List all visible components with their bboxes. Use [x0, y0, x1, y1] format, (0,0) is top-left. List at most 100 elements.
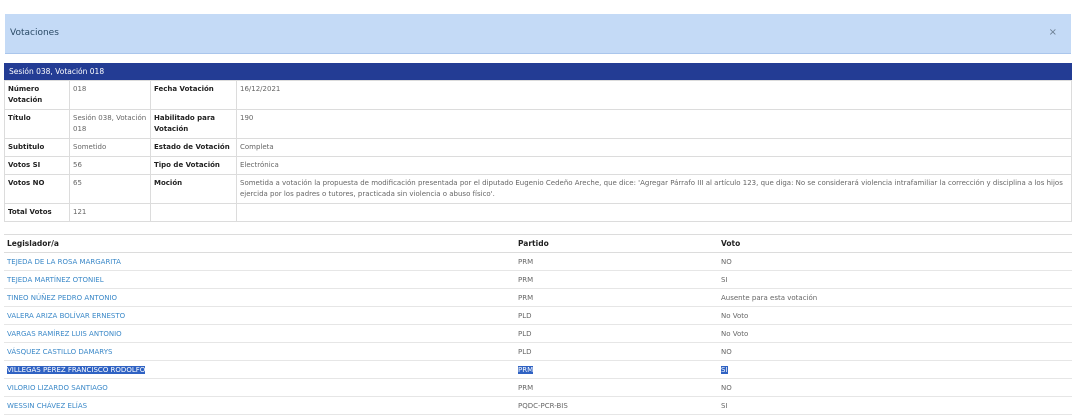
total-value: 121 [69, 203, 151, 222]
vote-cell: NO [718, 378, 1072, 397]
modal-title: Votaciones [10, 28, 59, 38]
titulo-value: Sesión 038, Votación 018 [69, 109, 151, 139]
party-cell: PRM [515, 288, 718, 307]
party-cell: PRM [515, 252, 718, 271]
legislator-cell: VILLEGAS PÉREZ FRANCISCO RODOLFO [4, 360, 515, 379]
mocion-value: Sometida a votación la propuesta de modi… [236, 174, 1072, 204]
party-text: PLD [518, 311, 532, 320]
votes-header-row: Legislador/a Partido Voto [4, 234, 1072, 253]
empty-cell [236, 203, 1072, 222]
vote-cell: SI [718, 270, 1072, 289]
vote-text: No Voto [721, 329, 749, 338]
subtitulo-label: Subtitulo [4, 138, 70, 157]
legislator-cell: VARGAS RAMÍREZ LUIS ANTONIO [4, 324, 515, 343]
votes-table: Legislador/a Partido Voto TEJEDA DE LA R… [4, 234, 1072, 415]
close-icon[interactable]: × [1049, 27, 1057, 38]
votos-si-value: 56 [69, 156, 151, 175]
vote-text: NO [721, 257, 732, 266]
party-cell: PRM [515, 270, 718, 289]
vote-cell: No Voto [718, 324, 1072, 343]
legislator-link[interactable]: TEJEDA MARTÍNEZ OTONIEL [7, 276, 104, 284]
session-header: Sesión 038, Votación 018 [4, 63, 1072, 80]
party-text: PLD [518, 329, 532, 338]
table-row: TINEO NÚÑEZ PEDRO ANTONIO PRM Ausente para… [4, 288, 1072, 307]
legislator-cell: TEJEDA MARTÍNEZ OTONIEL [4, 270, 515, 289]
party-header: Partido [515, 234, 718, 253]
party-text: PRM [518, 293, 534, 302]
tipo-value: Electrónica [236, 156, 1072, 175]
fecha-value: 16/12/2021 [236, 80, 1072, 110]
voting-details-table: Número Votación 018 Fecha Votación 16/12… [4, 80, 1072, 222]
fecha-label: Fecha Votación [150, 80, 237, 110]
vote-cell: NO [718, 342, 1072, 361]
votos-no-value: 65 [69, 174, 151, 204]
legislator-cell: WESSIN CHÁVEZ ELÍAS [4, 396, 515, 415]
vote-text: Ausente para esta votación [721, 293, 818, 302]
legislator-link[interactable]: TINEO NÚÑEZ PEDRO ANTONIO [7, 294, 117, 302]
table-row: TEJEDA DE LA ROSA MARGARITA PRM NO [4, 252, 1072, 271]
legislator-cell: TEJEDA DE LA ROSA MARGARITA [4, 252, 515, 271]
numero-label: Número Votación [4, 80, 70, 110]
modal-header: Votaciones × [5, 14, 1071, 54]
table-row: VILORIO LIZARDO SANTIAGO PRM NO [4, 378, 1072, 397]
party-text: PRM [518, 365, 534, 374]
habilitado-value: 190 [236, 109, 1072, 139]
party-cell: PLD [515, 342, 718, 361]
legislator-cell: VALERA ARIZA BOLÍVAR ERNESTO [4, 306, 515, 325]
vote-text: SI [721, 365, 728, 374]
legislator-link[interactable]: TEJEDA DE LA ROSA MARGARITA [7, 258, 121, 266]
mocion-label: Moción [150, 174, 237, 204]
legislator-link[interactable]: VÁSQUEZ CASTILLO DAMARYS [7, 348, 112, 356]
total-label: Total Votos [4, 203, 70, 222]
party-text: PQDC-PCR-BIS [518, 401, 568, 410]
details-row: Subtitulo Sometido Estado de Votación Co… [4, 138, 1072, 157]
legislator-header: Legislador/a [4, 234, 515, 253]
legislator-link[interactable]: VALERA ARIZA BOLÍVAR ERNESTO [7, 312, 125, 320]
subtitulo-value: Sometido [69, 138, 151, 157]
empty-cell [150, 203, 237, 222]
party-cell: PRM [515, 378, 718, 397]
party-cell: PRM [515, 360, 718, 379]
table-row: VILLEGAS PÉREZ FRANCISCO RODOLFO PRM SI [4, 360, 1072, 379]
vote-text: SI [721, 401, 728, 410]
vote-text: NO [721, 347, 732, 356]
details-row: Votos SI 56 Tipo de Votación Electrónica [4, 156, 1072, 175]
party-cell: PQDC-PCR-BIS [515, 396, 718, 415]
party-text: PRM [518, 275, 534, 284]
vote-cell: No Voto [718, 306, 1072, 325]
table-row: VÁSQUEZ CASTILLO DAMARYS PLD NO [4, 342, 1072, 361]
numero-value: 018 [69, 80, 151, 110]
vote-header: Voto [718, 234, 1072, 253]
habilitado-label: Habilitado para Votación [150, 109, 237, 139]
table-row: TEJEDA MARTÍNEZ OTONIEL PRM SI [4, 270, 1072, 289]
titulo-label: Título [4, 109, 70, 139]
legislator-link[interactable]: VARGAS RAMÍREZ LUIS ANTONIO [7, 330, 122, 338]
legislator-cell: TINEO NÚÑEZ PEDRO ANTONIO [4, 288, 515, 307]
votos-no-label: Votos NO [4, 174, 70, 204]
vote-cell: NO [718, 252, 1072, 271]
details-row: Total Votos 121 [4, 203, 1072, 222]
table-row: VALERA ARIZA BOLÍVAR ERNESTO PLD No Voto [4, 306, 1072, 325]
details-row: Votos NO 65 Moción Sometida a votación l… [4, 174, 1072, 204]
party-text: PRM [518, 383, 534, 392]
party-text: PLD [518, 347, 532, 356]
vote-cell: SI [718, 396, 1072, 415]
estado-label: Estado de Votación [150, 138, 237, 157]
vote-cell: SI [718, 360, 1072, 379]
tipo-label: Tipo de Votación [150, 156, 237, 175]
vote-text: SI [721, 275, 728, 284]
table-row: WESSIN CHÁVEZ ELÍAS PQDC-PCR-BIS SI [4, 396, 1072, 415]
details-row: Número Votación 018 Fecha Votación 16/12… [4, 80, 1072, 110]
vote-text: No Voto [721, 311, 749, 320]
party-cell: PLD [515, 324, 718, 343]
table-row: VARGAS RAMÍREZ LUIS ANTONIO PLD No Voto [4, 324, 1072, 343]
legislator-link[interactable]: VILORIO LIZARDO SANTIAGO [7, 384, 108, 392]
legislator-cell: VÁSQUEZ CASTILLO DAMARYS [4, 342, 515, 361]
legislator-link[interactable]: WESSIN CHÁVEZ ELÍAS [7, 402, 87, 410]
party-text: PRM [518, 257, 534, 266]
vote-cell: Ausente para esta votación [718, 288, 1072, 307]
votos-si-label: Votos SI [4, 156, 70, 175]
estado-value: Completa [236, 138, 1072, 157]
party-cell: PLD [515, 306, 718, 325]
legislator-link[interactable]: VILLEGAS PÉREZ FRANCISCO RODOLFO [7, 365, 146, 374]
